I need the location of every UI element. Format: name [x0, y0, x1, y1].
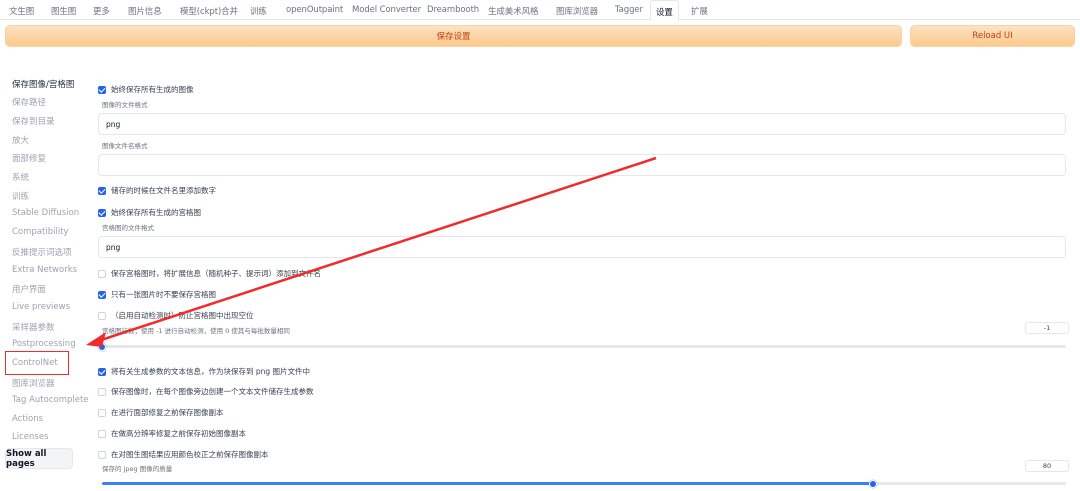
tab-openoutpaint[interactable]: openOutpaint: [286, 5, 343, 15]
save-before-color-correction-label: 在对图生图结果应用颜色校正之前保存图像副本: [111, 450, 269, 459]
grid-extended-filename-row[interactable]: 保存宫格图时，将扩展信息（随机种子、提示词）添加到文件名: [98, 268, 321, 279]
save-before-color-correction-checkbox[interactable]: [98, 450, 106, 459]
always-save-grids-label: 始终保存所有生成的宫格图: [111, 208, 201, 217]
sidebar-item-sampler-params[interactable]: 采样器参数: [12, 321, 55, 333]
always-save-images-row[interactable]: 始终保存所有生成的图像: [98, 84, 194, 95]
grid-format-input[interactable]: png: [98, 236, 1066, 258]
grid-rows-label: 宫格图行数；使用 -1 进行自动检测，使用 0 使其与每批数量相同: [102, 327, 290, 335]
save-before-color-correction-row[interactable]: 在对图生图结果应用颜色校正之前保存图像副本: [98, 449, 269, 460]
save-before-face-restore-row[interactable]: 在进行面部修复之前保存图像副本: [98, 407, 224, 418]
filename-pattern-label: 图像文件名格式: [102, 142, 148, 150]
tab-checkpoint-merger[interactable]: 模型(ckpt)合并: [180, 5, 238, 17]
jpeg-quality-slider[interactable]: [102, 479, 1066, 488]
always-save-grids-checkbox[interactable]: [98, 208, 106, 217]
save-text-info-label: 将有关生成参数的文本信息，作为块保存到 png 图片文件中: [111, 367, 311, 376]
always-save-images-checkbox[interactable]: [98, 85, 106, 94]
grid-only-if-multiple-label: 只有一张图片时不要保存宫格图: [111, 290, 216, 299]
sidebar-item-actions[interactable]: Actions: [12, 414, 43, 424]
sidebar-item-training[interactable]: 训练: [12, 190, 29, 202]
sidebar-item-interrogate[interactable]: 反推提示词选项: [12, 246, 72, 258]
sidebar-item-save-to-dirs[interactable]: 保存到目录: [12, 115, 55, 127]
grid-rows-slider-thumb[interactable]: [98, 342, 106, 351]
grid-only-if-multiple-row[interactable]: 只有一张图片时不要保存宫格图: [98, 289, 216, 300]
image-format-label: 图像的文件格式: [102, 101, 148, 109]
tab-model-converter[interactable]: Model Converter: [352, 5, 421, 15]
save-settings-button[interactable]: 保存设置: [5, 25, 902, 47]
grid-only-if-multiple-checkbox[interactable]: [98, 290, 106, 299]
grid-extended-filename-label: 保存宫格图时，将扩展信息（随机种子、提示词）添加到文件名: [111, 269, 321, 278]
sidebar-item-tag-autocomplete[interactable]: Tag Autocomplete: [12, 395, 89, 405]
save-before-highres-row[interactable]: 在做高分辨率修复之前保存初始图像副本: [98, 428, 246, 439]
sidebar-item-face-restoration[interactable]: 面部修复: [12, 152, 46, 164]
tab-settings[interactable]: 设置: [650, 0, 679, 21]
show-all-pages-button[interactable]: Show all pages: [5, 448, 73, 469]
save-before-face-restore-label: 在进行面部修复之前保存图像副本: [111, 408, 224, 417]
sidebar-item-user-interface[interactable]: 用户界面: [12, 283, 46, 295]
jpeg-quality-label: 保存的 jpeg 图像的质量: [102, 465, 173, 473]
always-save-images-label: 始终保存所有生成的图像: [111, 85, 194, 94]
grid-rows-slider[interactable]: [98, 342, 1066, 351]
tab-img2img[interactable]: 图生图: [51, 5, 76, 17]
save-txt-row[interactable]: 保存图像时，在每个图像旁边创建一个文本文件储存生成参数: [98, 386, 314, 397]
save-txt-label: 保存图像时，在每个图像旁边创建一个文本文件储存生成参数: [111, 387, 314, 396]
grid-prevent-empty-row[interactable]: （启用自动检测时）防止宫格图中出现空位: [98, 310, 254, 321]
reload-ui-button[interactable]: Reload UI: [910, 25, 1075, 47]
sidebar-item-compatibility[interactable]: Compatibility: [12, 227, 69, 237]
image-format-input[interactable]: png: [98, 113, 1066, 135]
sidebar-item-upscaling[interactable]: 放大: [12, 134, 29, 146]
jpeg-quality-slider-thumb[interactable]: [869, 479, 878, 488]
annotation-highlight-box: [5, 351, 69, 375]
tab-extensions[interactable]: 扩展: [691, 5, 708, 17]
add-number-checkbox[interactable]: [98, 186, 106, 195]
tab-art-style[interactable]: 生成美术风格: [488, 5, 539, 17]
top-tab-bar: 文生图 图生图 更多 图片信息 模型(ckpt)合并 训练 openOutpai…: [0, 0, 1080, 21]
save-txt-checkbox[interactable]: [98, 387, 106, 396]
sidebar-item-live-previews[interactable]: Live previews: [12, 302, 70, 312]
tab-tagger[interactable]: Tagger: [615, 5, 643, 15]
save-before-highres-checkbox[interactable]: [98, 429, 106, 438]
add-number-label: 储存的时候在文件名里添加数字: [111, 186, 216, 195]
sidebar-item-extra-networks[interactable]: Extra Networks: [12, 265, 77, 275]
sidebar-item-system[interactable]: 系统: [12, 171, 29, 183]
add-number-row[interactable]: 储存的时候在文件名里添加数字: [98, 185, 216, 196]
tab-train[interactable]: 训练: [250, 5, 267, 17]
sidebar-item-stable-diffusion[interactable]: Stable Diffusion: [12, 208, 79, 218]
grid-rows-number[interactable]: -1: [1025, 322, 1069, 334]
save-before-face-restore-checkbox[interactable]: [98, 408, 106, 417]
sidebar-item-postprocessing[interactable]: Postprocessing: [12, 339, 76, 349]
grid-prevent-empty-checkbox[interactable]: [98, 311, 106, 320]
always-save-grids-row[interactable]: 始终保存所有生成的宫格图: [98, 207, 201, 218]
jpeg-quality-slider-fill: [102, 482, 874, 485]
save-text-info-row[interactable]: 将有关生成参数的文本信息，作为块保存到 png 图片文件中: [98, 366, 310, 377]
sidebar-item-save-paths[interactable]: 保存路径: [12, 96, 46, 108]
grid-extended-filename-checkbox[interactable]: [98, 269, 106, 278]
tab-extras[interactable]: 更多: [93, 5, 110, 17]
tab-png-info[interactable]: 图片信息: [128, 5, 162, 17]
filename-pattern-input[interactable]: [98, 154, 1066, 176]
tab-image-browser[interactable]: 图库浏览器: [556, 5, 598, 17]
save-text-info-checkbox[interactable]: [98, 367, 106, 376]
sidebar-item-licenses[interactable]: Licenses: [12, 432, 48, 442]
tab-txt2img[interactable]: 文生图: [9, 5, 34, 17]
tab-dreambooth[interactable]: Dreambooth: [427, 5, 479, 15]
jpeg-quality-number[interactable]: 80: [1025, 460, 1069, 472]
sidebar-item-image-browser[interactable]: 图库浏览器: [12, 377, 55, 389]
grid-format-label: 宫格图的文件格式: [102, 224, 154, 232]
save-before-highres-label: 在做高分辨率修复之前保存初始图像副本: [111, 429, 246, 438]
sidebar-item-saving-images[interactable]: 保存图像/宫格图: [12, 78, 74, 90]
grid-prevent-empty-label: （启用自动检测时）防止宫格图中出现空位: [111, 311, 254, 320]
